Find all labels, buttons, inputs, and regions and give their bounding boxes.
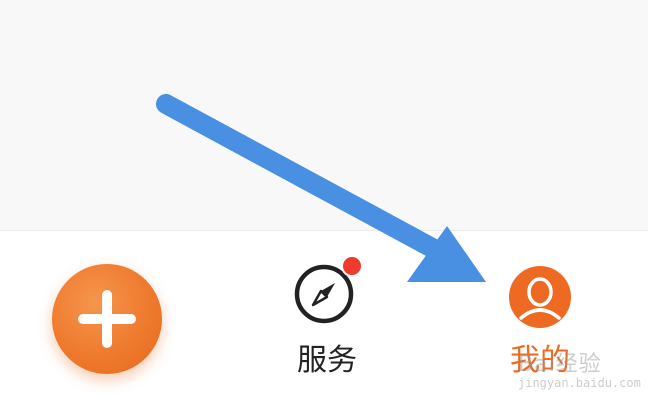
tab-service-label: 服务 <box>297 343 357 378</box>
avatar-icon <box>509 266 571 328</box>
content-area <box>0 0 648 230</box>
notification-dot <box>341 255 363 277</box>
plus-icon <box>78 290 136 348</box>
tab-mine[interactable]: 我的 <box>492 252 588 382</box>
tab-mine-label: 我的 <box>510 343 570 378</box>
add-button[interactable] <box>52 264 162 374</box>
tab-service[interactable]: 服务 <box>282 252 372 382</box>
